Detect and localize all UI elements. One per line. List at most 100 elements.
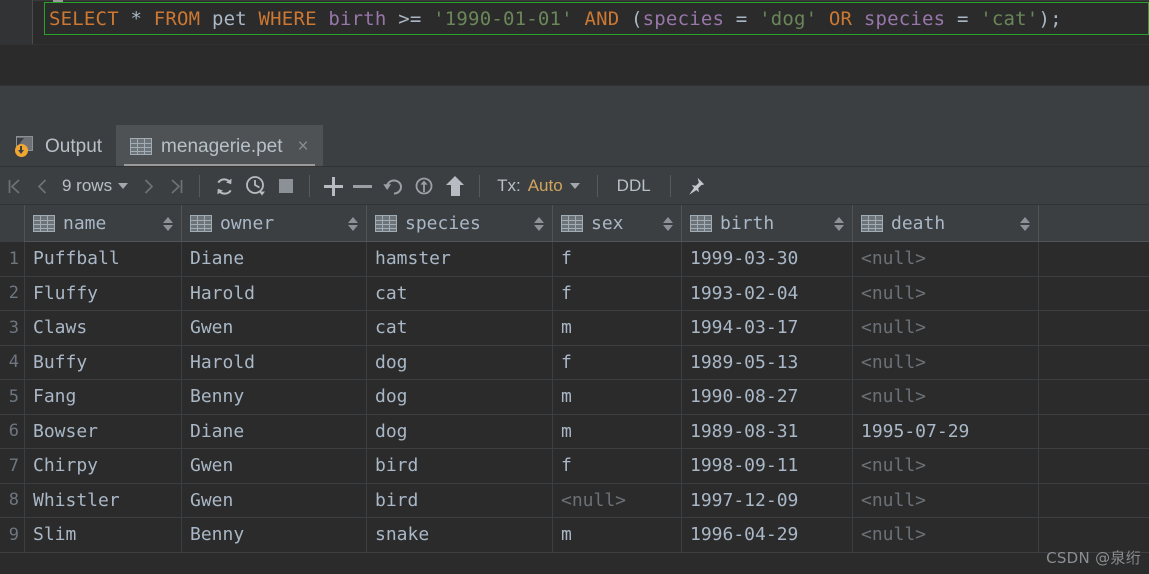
history-button[interactable] (240, 167, 272, 205)
cell-name[interactable]: Slim (25, 518, 182, 553)
cell-name[interactable]: Buffy (25, 345, 182, 380)
close-icon[interactable]: × (298, 137, 309, 156)
row-number[interactable]: 4 (0, 345, 25, 380)
cell-death[interactable]: <null> (853, 449, 1039, 484)
cell-owner[interactable]: Benny (182, 518, 367, 553)
row-number[interactable]: 6 (0, 414, 25, 449)
cell-sex[interactable]: m (553, 518, 682, 553)
cell-sex[interactable]: m (553, 311, 682, 346)
cell-death[interactable]: <null> (853, 345, 1039, 380)
column-header-species[interactable]: species (367, 205, 553, 242)
table-row[interactable]: 5 Fang Benny dog m 1990-08-27 <null> (0, 380, 1149, 415)
cell-death[interactable]: <null> (853, 380, 1039, 415)
column-header-birth[interactable]: birth (682, 205, 853, 242)
delete-row-button[interactable] (348, 167, 377, 205)
tab-output[interactable]: Output (0, 125, 116, 167)
cell-birth[interactable]: 1998-09-11 (682, 449, 853, 484)
cell-death[interactable]: <null> (853, 311, 1039, 346)
cell-birth[interactable]: 1999-03-30 (682, 242, 853, 277)
sort-toggle-icon[interactable] (1020, 216, 1030, 232)
add-row-button[interactable] (319, 167, 348, 205)
cell-owner[interactable]: Harold (182, 345, 367, 380)
cell-death[interactable]: <null> (853, 483, 1039, 518)
cell-name[interactable]: Claws (25, 311, 182, 346)
tab-menagerie-pet[interactable]: menagerie.pet × (116, 125, 323, 167)
cell-birth[interactable]: 1989-08-31 (682, 414, 853, 449)
column-header-sex[interactable]: sex (553, 205, 682, 242)
submit-changes-button[interactable] (441, 167, 470, 205)
table-row[interactable]: 2 Fluffy Harold cat f 1993-02-04 <null> (0, 276, 1149, 311)
column-header-name[interactable]: name (25, 205, 182, 242)
sort-toggle-icon[interactable] (663, 216, 673, 232)
row-number[interactable]: 5 (0, 380, 25, 415)
sort-toggle-icon[interactable] (348, 216, 358, 232)
cell-death[interactable]: <null> (853, 518, 1039, 553)
panel-divider-area[interactable] (0, 85, 1149, 125)
row-number[interactable]: 8 (0, 483, 25, 518)
revert-selected-button[interactable] (409, 167, 441, 205)
pin-tab-button[interactable] (680, 167, 711, 205)
column-header-owner[interactable]: owner (182, 205, 367, 242)
row-number[interactable]: 3 (0, 311, 25, 346)
cell-name[interactable]: Chirpy (25, 449, 182, 484)
cell-sex[interactable]: f (553, 345, 682, 380)
cell-owner[interactable]: Diane (182, 414, 367, 449)
table-row[interactable]: 8 Whistler Gwen bird <null> 1997-12-09 <null> (0, 483, 1149, 518)
cell-name[interactable]: Puffball (25, 242, 182, 277)
cell-species[interactable]: cat (367, 276, 553, 311)
cell-birth[interactable]: 1990-08-27 (682, 380, 853, 415)
cell-owner[interactable]: Gwen (182, 483, 367, 518)
row-count-selector[interactable]: 9 rows (56, 176, 134, 196)
cell-owner[interactable]: Benny (182, 380, 367, 415)
first-page-button[interactable] (0, 167, 28, 205)
sort-toggle-icon[interactable] (534, 216, 544, 232)
table-row[interactable]: 6 Bowser Diane dog m 1989-08-31 1995-07-29 (0, 414, 1149, 449)
column-header-death[interactable]: death (853, 205, 1039, 242)
cell-owner[interactable]: Diane (182, 242, 367, 277)
table-row[interactable]: 7 Chirpy Gwen bird f 1998-09-11 <null> (0, 449, 1149, 484)
cell-sex[interactable]: m (553, 414, 682, 449)
prev-page-button[interactable] (28, 167, 56, 205)
next-page-button[interactable] (134, 167, 162, 205)
row-number[interactable]: 7 (0, 449, 25, 484)
sort-toggle-icon[interactable] (163, 216, 173, 232)
revert-changes-button[interactable] (377, 167, 409, 205)
transaction-mode-selector[interactable]: Tx: Auto (489, 176, 588, 196)
cell-species[interactable]: cat (367, 311, 553, 346)
table-row[interactable]: 9 Slim Benny snake m 1996-04-29 <null> (0, 518, 1149, 553)
cell-species[interactable]: snake (367, 518, 553, 553)
last-page-button[interactable] (162, 167, 190, 205)
cell-birth[interactable]: 1996-04-29 (682, 518, 853, 553)
row-number[interactable]: 1 (0, 242, 25, 277)
cell-name[interactable]: Fluffy (25, 276, 182, 311)
cell-death[interactable]: <null> (853, 242, 1039, 277)
cell-species[interactable]: hamster (367, 242, 553, 277)
cell-birth[interactable]: 1994-03-17 (682, 311, 853, 346)
cell-sex[interactable]: f (553, 276, 682, 311)
cell-sex[interactable]: <null> (553, 483, 682, 518)
row-number[interactable]: 2 (0, 276, 25, 311)
table-row[interactable]: 1 Puffball Diane hamster f 1999-03-30 <null> (0, 242, 1149, 277)
cell-death[interactable]: 1995-07-29 (853, 414, 1039, 449)
row-number[interactable]: 9 (0, 518, 25, 553)
cell-species[interactable]: dog (367, 414, 553, 449)
cell-owner[interactable]: Gwen (182, 449, 367, 484)
ddl-button[interactable]: DDL (607, 176, 661, 196)
cell-birth[interactable]: 1997-12-09 (682, 483, 853, 518)
cell-species[interactable]: dog (367, 345, 553, 380)
cell-species[interactable]: bird (367, 449, 553, 484)
sort-toggle-icon[interactable] (834, 216, 844, 232)
cell-owner[interactable]: Gwen (182, 311, 367, 346)
cell-owner[interactable]: Harold (182, 276, 367, 311)
cell-birth[interactable]: 1993-02-04 (682, 276, 853, 311)
cell-name[interactable]: Bowser (25, 414, 182, 449)
reload-button[interactable] (209, 167, 240, 205)
table-row[interactable]: 3 Claws Gwen cat m 1994-03-17 <null> (0, 311, 1149, 346)
sql-statement-line[interactable]: SELECT * FROM pet WHERE birth >= '1990-0… (44, 2, 1149, 35)
cell-sex[interactable]: m (553, 380, 682, 415)
cell-name[interactable]: Whistler (25, 483, 182, 518)
cell-sex[interactable]: f (553, 242, 682, 277)
cell-sex[interactable]: f (553, 449, 682, 484)
cell-death[interactable]: <null> (853, 276, 1039, 311)
stop-button[interactable] (272, 167, 300, 205)
